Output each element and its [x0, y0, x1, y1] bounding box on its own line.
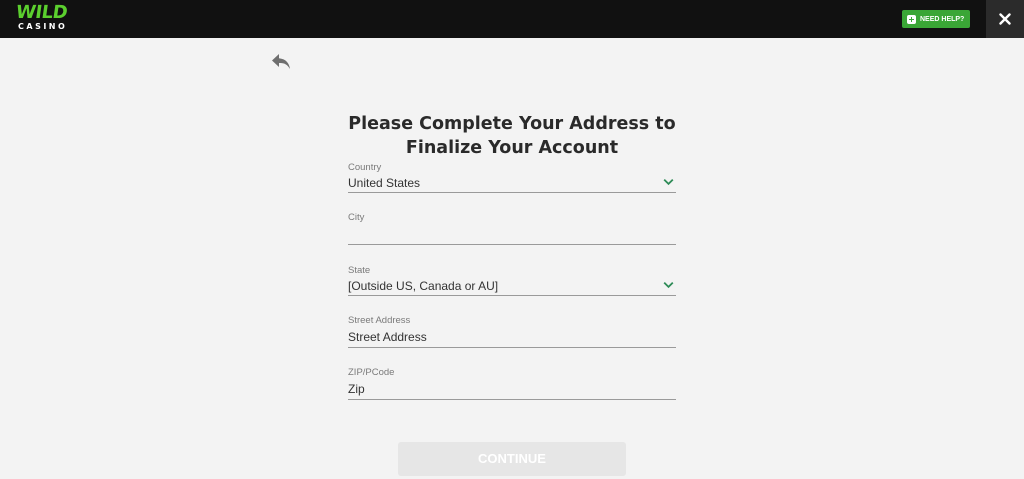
need-help-label: NEED HELP?	[920, 15, 965, 23]
chevron-down-icon[interactable]	[663, 178, 674, 186]
zip-label: ZIP/PCode	[348, 367, 395, 378]
wild-casino-logo[interactable]: WILD CASINO	[14, 2, 78, 34]
logo-wordmark-casino: CASINO	[18, 22, 68, 31]
country-value: United States	[348, 176, 421, 190]
reply-arrow-icon	[272, 54, 290, 69]
state-select[interactable]: State [Outside US, Canada or AU]	[348, 265, 676, 296]
city-label: City	[348, 212, 365, 223]
street-address-input[interactable]	[348, 329, 648, 345]
close-button[interactable]	[986, 0, 1024, 38]
country-label: Country	[348, 162, 382, 173]
top-bar: WILD CASINO NEED HELP?	[0, 0, 1024, 38]
street-address-field: Street Address	[348, 315, 676, 348]
city-input[interactable]	[348, 227, 648, 243]
zip-field: ZIP/PCode	[348, 367, 676, 400]
country-select[interactable]: Country United States	[348, 162, 676, 193]
title-line-1: Please Complete Your Address to	[348, 114, 676, 134]
state-label: State	[348, 265, 371, 276]
close-icon	[999, 13, 1011, 25]
page-title: Please Complete Your Address to Finalize…	[312, 112, 712, 160]
chevron-down-icon[interactable]	[663, 281, 674, 289]
title-line-2: Finalize Your Account	[405, 138, 619, 158]
back-button[interactable]	[270, 52, 292, 72]
street-address-label: Street Address	[348, 315, 411, 326]
logo-wordmark-wild: WILD	[14, 2, 69, 23]
zip-input[interactable]	[348, 381, 648, 397]
continue-button[interactable]: CONTINUE	[398, 442, 626, 476]
city-field: City	[348, 212, 676, 245]
need-help-button[interactable]: NEED HELP?	[902, 10, 970, 28]
state-value: [Outside US, Canada or AU]	[348, 279, 499, 293]
plus-icon	[907, 14, 916, 24]
